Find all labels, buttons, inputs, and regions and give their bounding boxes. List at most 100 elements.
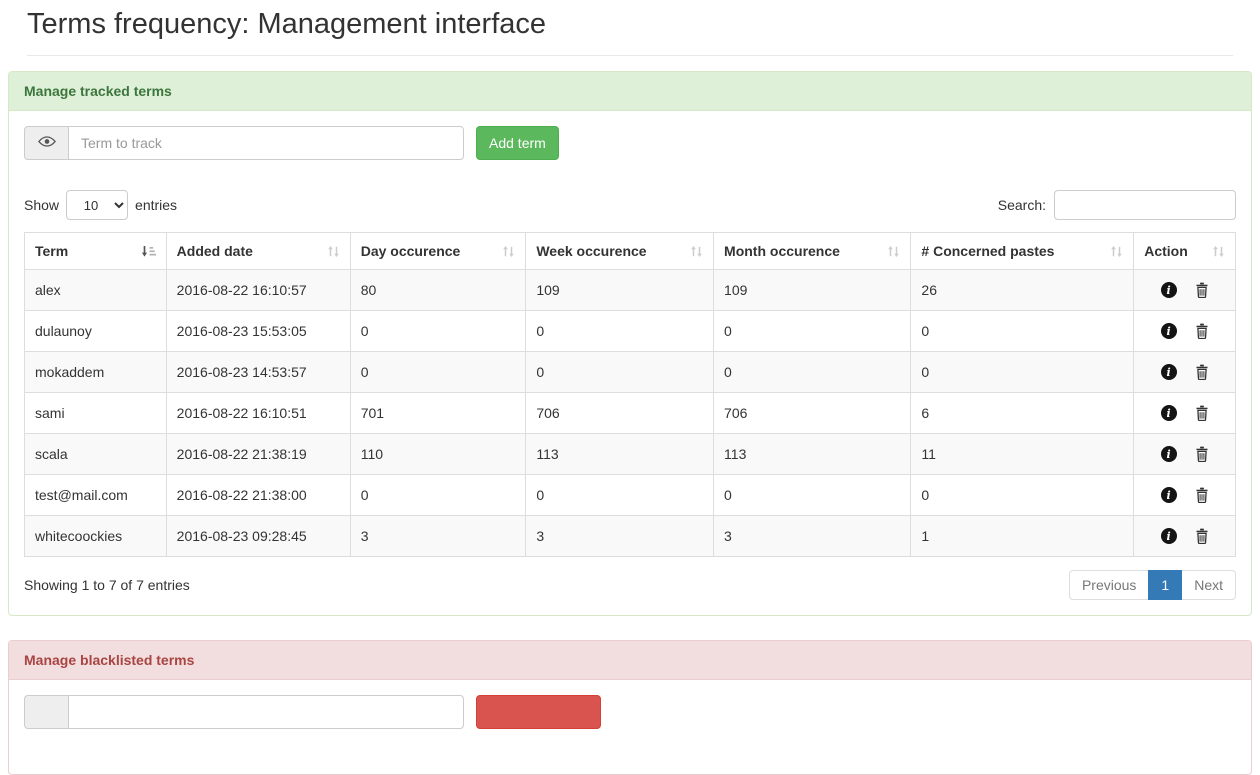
add-term-button[interactable]: Add term bbox=[476, 126, 559, 160]
term-cell: sami bbox=[25, 393, 167, 434]
concerned-pastes-cell: 1 bbox=[911, 516, 1134, 557]
month-occurence-cell: 3 bbox=[714, 516, 911, 557]
entries-label: entries bbox=[135, 197, 177, 213]
sort-ascending-icon bbox=[141, 245, 156, 258]
term-cell: mokaddem bbox=[25, 352, 167, 393]
search-label: Search: bbox=[998, 197, 1046, 213]
added-date-cell: 2016-08-22 16:10:57 bbox=[166, 270, 350, 311]
info-icon[interactable]: i bbox=[1161, 405, 1177, 421]
column-header-added-date[interactable]: Added date bbox=[166, 233, 350, 270]
term-cell: scala bbox=[25, 434, 167, 475]
trash-icon[interactable] bbox=[1195, 528, 1209, 544]
search-control: Search: bbox=[998, 190, 1236, 220]
info-icon[interactable]: i bbox=[1161, 282, 1177, 298]
action-cell: i bbox=[1134, 393, 1236, 434]
table-header-row: Term bbox=[25, 233, 1236, 270]
title-divider bbox=[27, 55, 1233, 56]
column-header-day-occurence[interactable]: Day occurence bbox=[350, 233, 526, 270]
month-occurence-cell: 706 bbox=[714, 393, 911, 434]
show-label: Show bbox=[24, 197, 59, 213]
trash-icon[interactable] bbox=[1195, 446, 1209, 462]
page-length-select[interactable]: 10 bbox=[66, 190, 128, 220]
week-occurence-cell: 0 bbox=[526, 352, 714, 393]
term-to-blacklist-input[interactable] bbox=[68, 695, 464, 729]
action-cell: i bbox=[1134, 352, 1236, 393]
action-cell: i bbox=[1134, 270, 1236, 311]
day-occurence-cell: 0 bbox=[350, 311, 526, 352]
column-header-week-occurence[interactable]: Week occurence bbox=[526, 233, 714, 270]
trash-icon[interactable] bbox=[1195, 364, 1209, 380]
day-occurence-cell: 0 bbox=[350, 475, 526, 516]
column-header-action[interactable]: Action bbox=[1134, 233, 1236, 270]
info-icon[interactable]: i bbox=[1161, 487, 1177, 503]
sort-both-icon bbox=[887, 245, 900, 258]
entries-summary: Showing 1 to 7 of 7 entries bbox=[24, 577, 190, 593]
concerned-pastes-cell: 26 bbox=[911, 270, 1134, 311]
day-occurence-cell: 701 bbox=[350, 393, 526, 434]
info-icon[interactable]: i bbox=[1161, 446, 1177, 462]
week-occurence-cell: 3 bbox=[526, 516, 714, 557]
trash-icon[interactable] bbox=[1195, 323, 1209, 339]
pagination-next[interactable]: Next bbox=[1181, 570, 1236, 600]
added-date-cell: 2016-08-23 14:53:57 bbox=[166, 352, 350, 393]
week-occurence-cell: 109 bbox=[526, 270, 714, 311]
month-occurence-cell: 113 bbox=[714, 434, 911, 475]
month-occurence-cell: 0 bbox=[714, 311, 911, 352]
add-blacklist-row bbox=[24, 695, 1236, 729]
concerned-pastes-cell: 0 bbox=[911, 311, 1134, 352]
day-occurence-cell: 0 bbox=[350, 352, 526, 393]
eye-icon bbox=[38, 135, 56, 151]
blacklist-input-group bbox=[24, 695, 464, 729]
day-occurence-cell: 110 bbox=[350, 434, 526, 475]
info-icon[interactable]: i bbox=[1161, 364, 1177, 380]
info-icon[interactable]: i bbox=[1161, 323, 1177, 339]
table-row: scala 2016-08-22 21:38:19 110 113 113 11… bbox=[25, 434, 1236, 475]
add-term-row: Add term bbox=[24, 126, 1236, 160]
table-row: whitecoockies 2016-08-23 09:28:45 3 3 3 … bbox=[25, 516, 1236, 557]
month-occurence-cell: 0 bbox=[714, 352, 911, 393]
sort-both-icon bbox=[502, 245, 515, 258]
action-cell: i bbox=[1134, 434, 1236, 475]
page: Terms frequency: Management interface Ma… bbox=[0, 8, 1260, 775]
page-title: Terms frequency: Management interface bbox=[27, 8, 1233, 41]
column-header-concerned-pastes[interactable]: # Concerned pastes bbox=[911, 233, 1134, 270]
blacklisted-terms-panel: Manage blacklisted terms bbox=[8, 640, 1252, 775]
add-blacklist-button[interactable] bbox=[476, 695, 601, 729]
day-occurence-cell: 3 bbox=[350, 516, 526, 557]
blacklist-panel-body bbox=[9, 680, 1251, 774]
blacklist-panel-heading: Manage blacklisted terms bbox=[9, 641, 1251, 680]
info-icon[interactable]: i bbox=[1161, 528, 1177, 544]
concerned-pastes-cell: 6 bbox=[911, 393, 1134, 434]
table-row: dulaunoy 2016-08-23 15:53:05 0 0 0 0 i bbox=[25, 311, 1236, 352]
tracked-panel-heading: Manage tracked terms bbox=[9, 72, 1251, 111]
eye-addon bbox=[24, 126, 68, 160]
search-input[interactable] bbox=[1054, 190, 1236, 220]
term-cell: whitecoockies bbox=[25, 516, 167, 557]
column-header-month-occurence[interactable]: Month occurence bbox=[714, 233, 911, 270]
column-header-term[interactable]: Term bbox=[25, 233, 167, 270]
trash-icon[interactable] bbox=[1195, 405, 1209, 421]
action-cell: i bbox=[1134, 311, 1236, 352]
day-occurence-cell: 80 bbox=[350, 270, 526, 311]
month-occurence-cell: 0 bbox=[714, 475, 911, 516]
sort-both-icon bbox=[690, 245, 703, 258]
term-to-track-input[interactable] bbox=[68, 126, 464, 160]
term-input-group bbox=[24, 126, 464, 160]
added-date-cell: 2016-08-22 21:38:19 bbox=[166, 434, 350, 475]
table-row: mokaddem 2016-08-23 14:53:57 0 0 0 0 i bbox=[25, 352, 1236, 393]
pagination-page-1[interactable]: 1 bbox=[1148, 570, 1182, 600]
concerned-pastes-cell: 0 bbox=[911, 475, 1134, 516]
added-date-cell: 2016-08-23 09:28:45 bbox=[166, 516, 350, 557]
added-date-cell: 2016-08-22 16:10:51 bbox=[166, 393, 350, 434]
sort-both-icon bbox=[327, 245, 340, 258]
week-occurence-cell: 706 bbox=[526, 393, 714, 434]
action-cell: i bbox=[1134, 516, 1236, 557]
table-footer: Showing 1 to 7 of 7 entries Previous 1 N… bbox=[24, 570, 1236, 600]
trash-icon[interactable] bbox=[1195, 487, 1209, 503]
trash-icon[interactable] bbox=[1195, 282, 1209, 298]
pagination-previous[interactable]: Previous bbox=[1069, 570, 1149, 600]
month-occurence-cell: 109 bbox=[714, 270, 911, 311]
table-row: sami 2016-08-22 16:10:51 701 706 706 6 i bbox=[25, 393, 1236, 434]
action-cell: i bbox=[1134, 475, 1236, 516]
tracked-panel-body: Add term Show 10 entries Search: bbox=[9, 111, 1251, 615]
